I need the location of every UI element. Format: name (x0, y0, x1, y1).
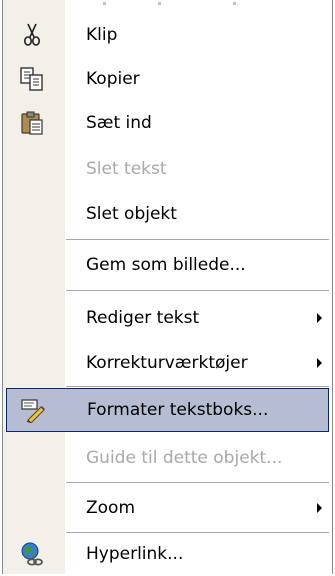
format-textbox-icon (20, 397, 46, 424)
menu-item-label: Slet objekt (86, 204, 177, 224)
top-edge (3, 0, 332, 8)
menu-item-klip[interactable]: Klip (3, 13, 332, 57)
menu-item-gem-som-billede[interactable]: Gem som billede... (3, 243, 332, 287)
menu-item-guide: Guide til dette objekt... (3, 436, 332, 480)
submenu-arrow-icon (317, 358, 322, 368)
menu-item-hyperlink[interactable]: Hyperlink... (3, 532, 332, 576)
menu-item-label: Zoom (86, 498, 136, 518)
menu-item-label: Rediger tekst (86, 308, 200, 328)
menu-item-label: Kopier (86, 69, 140, 89)
menu-item-slet-objekt[interactable]: Slet objekt (3, 192, 332, 236)
menu-item-zoom[interactable]: Zoom (3, 486, 332, 530)
menu-separator (66, 239, 329, 240)
menu-item-label: Klip (86, 25, 118, 45)
menu-item-saet-ind[interactable]: Sæt ind (3, 101, 332, 145)
menu-separator (66, 290, 329, 291)
submenu-arrow-icon (317, 503, 322, 513)
menu-item-label: Hyperlink... (86, 544, 184, 564)
menu-item-formater-tekstboks[interactable]: Formater tekstboks... (6, 388, 329, 432)
menu-item-slet-tekst: Slet tekst (3, 147, 332, 191)
paste-icon (19, 110, 45, 136)
menu-item-label: Sæt ind (86, 113, 152, 133)
menu-item-label: Slet tekst (86, 159, 167, 179)
menu-item-rediger-tekst[interactable]: Rediger tekst (3, 296, 332, 340)
context-menu: Klip Kopier Sæt ind Slet tekst Slet obje… (2, 0, 333, 574)
menu-item-label: Korrekturværktøjer (86, 353, 248, 373)
menu-item-kopier[interactable]: Kopier (3, 57, 332, 101)
menu-separator (66, 482, 329, 483)
menu-item-label: Guide til dette objekt... (86, 448, 283, 468)
hyperlink-globe-icon (19, 541, 45, 567)
menu-item-korrekturvaerktojer[interactable]: Korrekturværktøjer (3, 341, 332, 385)
submenu-arrow-icon (317, 313, 322, 323)
menu-separator (66, 386, 329, 387)
scissors-icon (19, 22, 45, 48)
copy-icon (19, 66, 45, 92)
menu-item-label: Gem som billede... (86, 255, 246, 275)
menu-item-label: Formater tekstboks... (87, 400, 269, 420)
